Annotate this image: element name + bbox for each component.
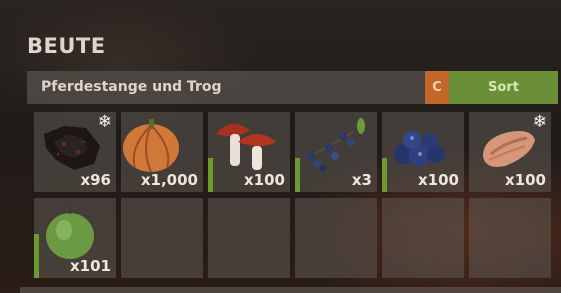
sort-button[interactable]: Sort (449, 71, 558, 104)
loot-title: BEUTE (27, 34, 106, 58)
item-quantity: x101 (70, 257, 111, 275)
inventory-slot[interactable]: x101 (34, 198, 116, 278)
empty-slot[interactable] (121, 198, 203, 278)
item-quantity: x1,000 (140, 171, 198, 189)
inventory-slot[interactable]: ❄ x100 (469, 112, 551, 192)
inventory-slot[interactable]: ❄ x96 (34, 112, 116, 192)
frozen-icon: ❄ (532, 112, 547, 132)
inventory-slot[interactable]: x1,000 (121, 112, 203, 192)
inventory-slot[interactable]: x100 (208, 112, 290, 192)
condition-bar (34, 234, 39, 278)
condition-bar (208, 158, 213, 192)
empty-slot[interactable] (295, 198, 377, 278)
inventory-slot[interactable]: x3 (295, 112, 377, 192)
item-quantity: x3 (351, 171, 372, 189)
empty-slot[interactable] (469, 198, 551, 278)
condition-bar (382, 158, 387, 192)
condition-bar (295, 158, 300, 192)
container-name: Pferdestange und Trog (41, 79, 222, 95)
grid-bottom-edge (20, 287, 561, 293)
frozen-icon: ❄ (97, 112, 112, 132)
inventory-slot[interactable]: x100 (382, 112, 464, 192)
container-header: Pferdestange und Trog C Sort (27, 71, 558, 104)
empty-slot[interactable] (208, 198, 290, 278)
item-quantity: x100 (505, 171, 546, 189)
item-quantity: x100 (418, 171, 459, 189)
c-button[interactable]: C (425, 71, 449, 104)
item-quantity: x96 (80, 171, 111, 189)
empty-slot[interactable] (382, 198, 464, 278)
item-quantity: x100 (244, 171, 285, 189)
